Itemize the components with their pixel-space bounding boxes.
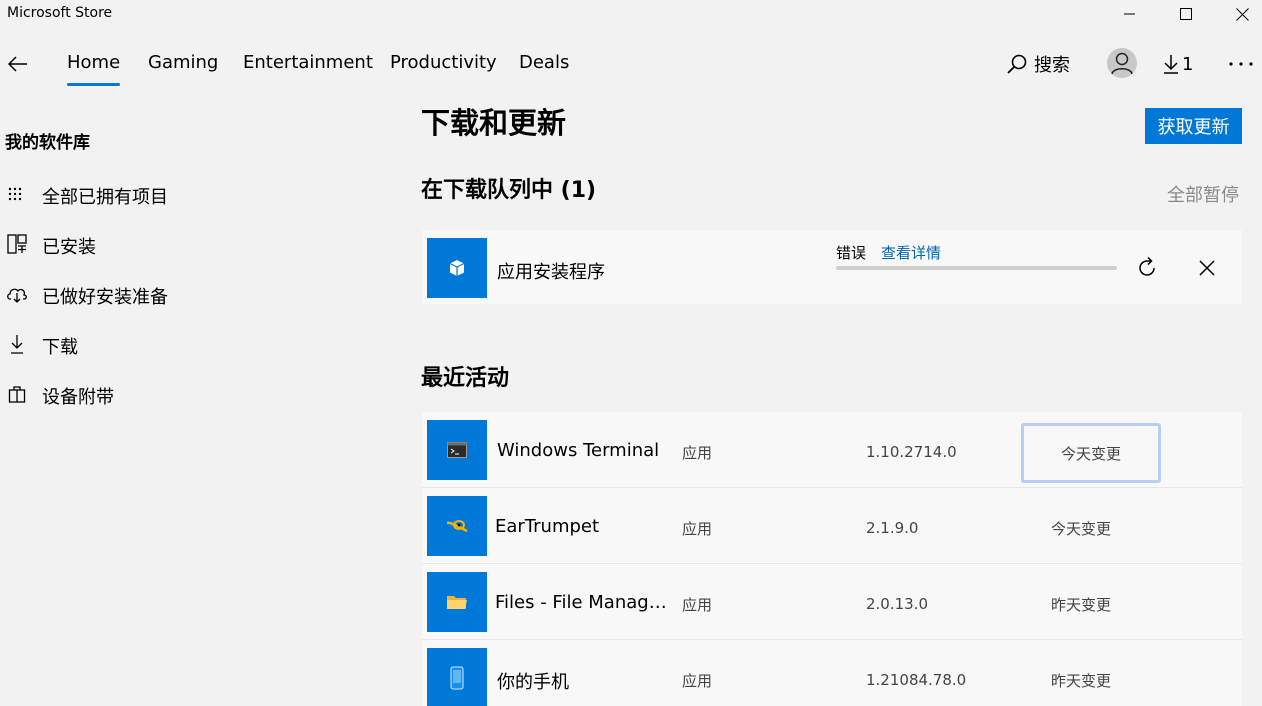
back-button[interactable] [2, 50, 34, 78]
app-tile [427, 496, 487, 556]
sidebar-item-label: 已做好安装准备 [42, 287, 168, 308]
app-name: Files - File Manager... [495, 592, 673, 613]
maximize-icon [1180, 8, 1192, 20]
title-bar: Microsoft Store [0, 0, 1262, 28]
app-name: Windows Terminal [497, 440, 660, 461]
close-icon [1235, 7, 1249, 21]
retry-icon [1139, 256, 1155, 276]
terminal-icon [447, 442, 467, 458]
app-status: 今天变更 [1051, 520, 1112, 538]
recent-row[interactable]: Files - File Manager... 应用 2.0.13.0 昨天变更 [422, 564, 1242, 640]
sidebar-item-all-owned[interactable]: 全部已拥有项目 [0, 176, 300, 212]
queue-item[interactable]: 应用安装程序 错误 查看详情 [422, 230, 1242, 304]
tab-productivity[interactable]: Productivity [390, 52, 497, 73]
app-tile [427, 572, 487, 632]
error-label: 错误 [836, 244, 867, 262]
search-icon [1007, 54, 1027, 74]
sidebar-item-downloads[interactable]: 下载 [0, 326, 300, 362]
sidebar-item-device-included[interactable]: 设备附带 [0, 376, 300, 412]
recent-row[interactable]: Windows Terminal 应用 1.10.2714.0 今天变更 [422, 412, 1242, 488]
app-version: 2.0.13.0 [866, 595, 929, 613]
sidebar-item-label: 全部已拥有项目 [42, 187, 168, 208]
sidebar-item-ready-to-install[interactable]: 已做好安装准备 [0, 276, 300, 312]
download-arrow-icon [1164, 55, 1178, 74]
gift-box-icon [6, 383, 28, 405]
app-version: 1.21084.78.0 [866, 671, 967, 689]
page-title: 下载和更新 [421, 106, 567, 140]
download-progress-bar [836, 266, 1117, 270]
recent-row[interactable]: EarTrumpet 应用 2.1.9.0 今天变更 [422, 488, 1242, 564]
user-icon [1111, 52, 1133, 75]
minimize-icon [1124, 13, 1135, 15]
tab-entertainment[interactable]: Entertainment [243, 52, 373, 73]
app-status: 今天变更 [1021, 423, 1161, 483]
package-icon [449, 260, 465, 276]
close-window-button[interactable] [1213, 0, 1262, 28]
app-type: 应用 [682, 444, 713, 462]
app-tile [427, 420, 487, 480]
app-tile [427, 648, 487, 706]
tab-gaming[interactable]: Gaming [148, 52, 218, 73]
more-options-button[interactable] [1226, 50, 1256, 78]
recent-row[interactable]: 你的手机 应用 1.21084.78.0 昨天变更 [422, 640, 1242, 706]
sidebar-item-label: 下载 [42, 337, 78, 358]
trumpet-icon [446, 520, 468, 533]
recent-section-title: 最近活动 [421, 366, 510, 391]
grid-dots-icon [6, 183, 28, 205]
more-icon [1229, 62, 1253, 66]
sidebar-item-label: 已安装 [42, 237, 96, 258]
app-version: 1.10.2714.0 [866, 443, 957, 461]
tab-home[interactable]: Home [67, 52, 121, 86]
downloads-button[interactable]: 1 [1163, 50, 1193, 78]
app-status: 昨天变更 [1051, 596, 1112, 614]
view-details-link[interactable]: 查看详情 [881, 242, 941, 263]
sidebar-item-installed[interactable]: 已安装 [0, 226, 300, 262]
cloud-download-icon [6, 283, 28, 305]
cancel-download-button[interactable] [1193, 254, 1221, 282]
app-title: Microsoft Store [7, 5, 113, 21]
close-icon [1199, 260, 1215, 276]
app-version: 2.1.9.0 [866, 519, 919, 537]
app-type: 应用 [682, 596, 713, 614]
search-button[interactable]: 搜索 [1006, 50, 1070, 78]
sidebar-title: 我的软件库 [5, 133, 90, 153]
sidebar-item-label: 设备附带 [42, 387, 114, 408]
installed-apps-icon [6, 233, 28, 255]
queue-item-name: 应用安装程序 [497, 262, 605, 283]
retry-button[interactable] [1133, 254, 1161, 282]
pause-all-button[interactable]: 全部暂停 [1167, 181, 1239, 207]
get-updates-button[interactable]: 获取更新 [1145, 108, 1242, 144]
phone-icon [450, 666, 464, 690]
top-nav: Home Gaming Entertainment Productivity D… [0, 40, 1262, 90]
account-avatar[interactable] [1107, 48, 1137, 78]
tab-deals[interactable]: Deals [519, 52, 569, 73]
back-arrow-icon [8, 56, 27, 72]
download-icon [6, 333, 28, 355]
app-status: 昨天变更 [1051, 672, 1112, 690]
maximize-button[interactable] [1157, 0, 1215, 28]
app-name: EarTrumpet [495, 516, 600, 537]
app-type: 应用 [682, 520, 713, 538]
app-tile [427, 238, 487, 298]
minimize-button[interactable] [1101, 0, 1159, 28]
queue-section-title: 在下载队列中 (1) [421, 178, 597, 203]
downloads-count: 1 [1182, 53, 1194, 75]
folder-icon [447, 596, 467, 609]
search-label: 搜索 [1034, 55, 1070, 76]
app-type: 应用 [682, 672, 713, 690]
app-name: 你的手机 [497, 672, 569, 693]
